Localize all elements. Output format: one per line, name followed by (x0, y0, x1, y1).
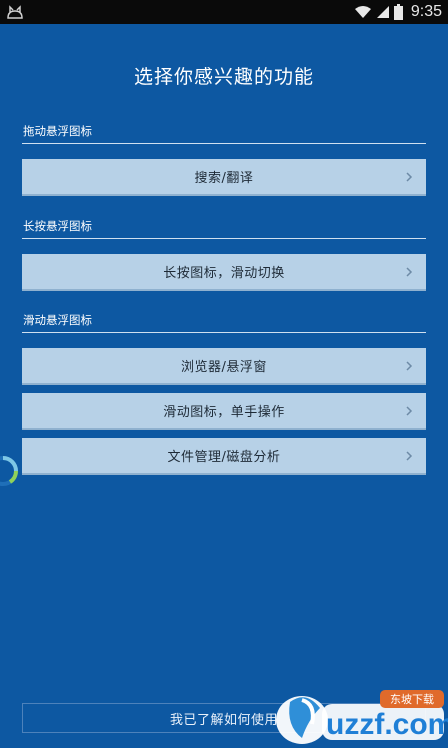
uzzf-watermark-logo: uzzf.com 东坡下载 (276, 690, 448, 744)
item-search-translate[interactable]: 搜索/翻译 (22, 159, 426, 196)
item-label: 浏览器/悬浮窗 (181, 360, 267, 375)
item-label: 文件管理/磁盘分析 (167, 450, 281, 465)
status-bar: 9:35 (0, 0, 448, 24)
chevron-right-icon (406, 361, 413, 371)
floating-ball-icon[interactable] (0, 454, 20, 488)
battery-icon (393, 4, 403, 20)
wifi-icon (354, 6, 371, 18)
watermark-text: uzzf.com (326, 708, 448, 741)
section-label-drag: 拖动悬浮图标 (23, 124, 92, 138)
item-label: 搜索/翻译 (194, 171, 254, 186)
cat-icon (7, 5, 23, 19)
section-label-long-press: 长按悬浮图标 (23, 219, 92, 233)
item-label: 滑动图标，单手操作 (163, 405, 285, 420)
chevron-right-icon (406, 267, 413, 277)
item-slide-one-hand[interactable]: 滑动图标，单手操作 (22, 393, 426, 430)
item-file-manager-disk[interactable]: 文件管理/磁盘分析 (22, 438, 426, 475)
section-divider (22, 143, 426, 144)
chevron-right-icon (406, 172, 413, 182)
chevron-right-icon (406, 406, 413, 416)
watermark-badge: 东坡下载 (390, 693, 434, 706)
section-label-slide: 滑动悬浮图标 (23, 313, 92, 327)
section-divider (22, 332, 426, 333)
signal-icon (376, 6, 389, 18)
item-browser-floating-window[interactable]: 浏览器/悬浮窗 (22, 348, 426, 385)
status-time: 9:35 (410, 3, 442, 20)
item-label: 长按图标，滑动切换 (163, 266, 285, 281)
status-icons: 9:35 (354, 0, 442, 24)
item-long-press-switch[interactable]: 长按图标，滑动切换 (22, 254, 426, 291)
page-title: 选择你感兴趣的功能 (133, 66, 314, 88)
section-divider (22, 238, 426, 239)
chevron-right-icon (406, 451, 413, 461)
